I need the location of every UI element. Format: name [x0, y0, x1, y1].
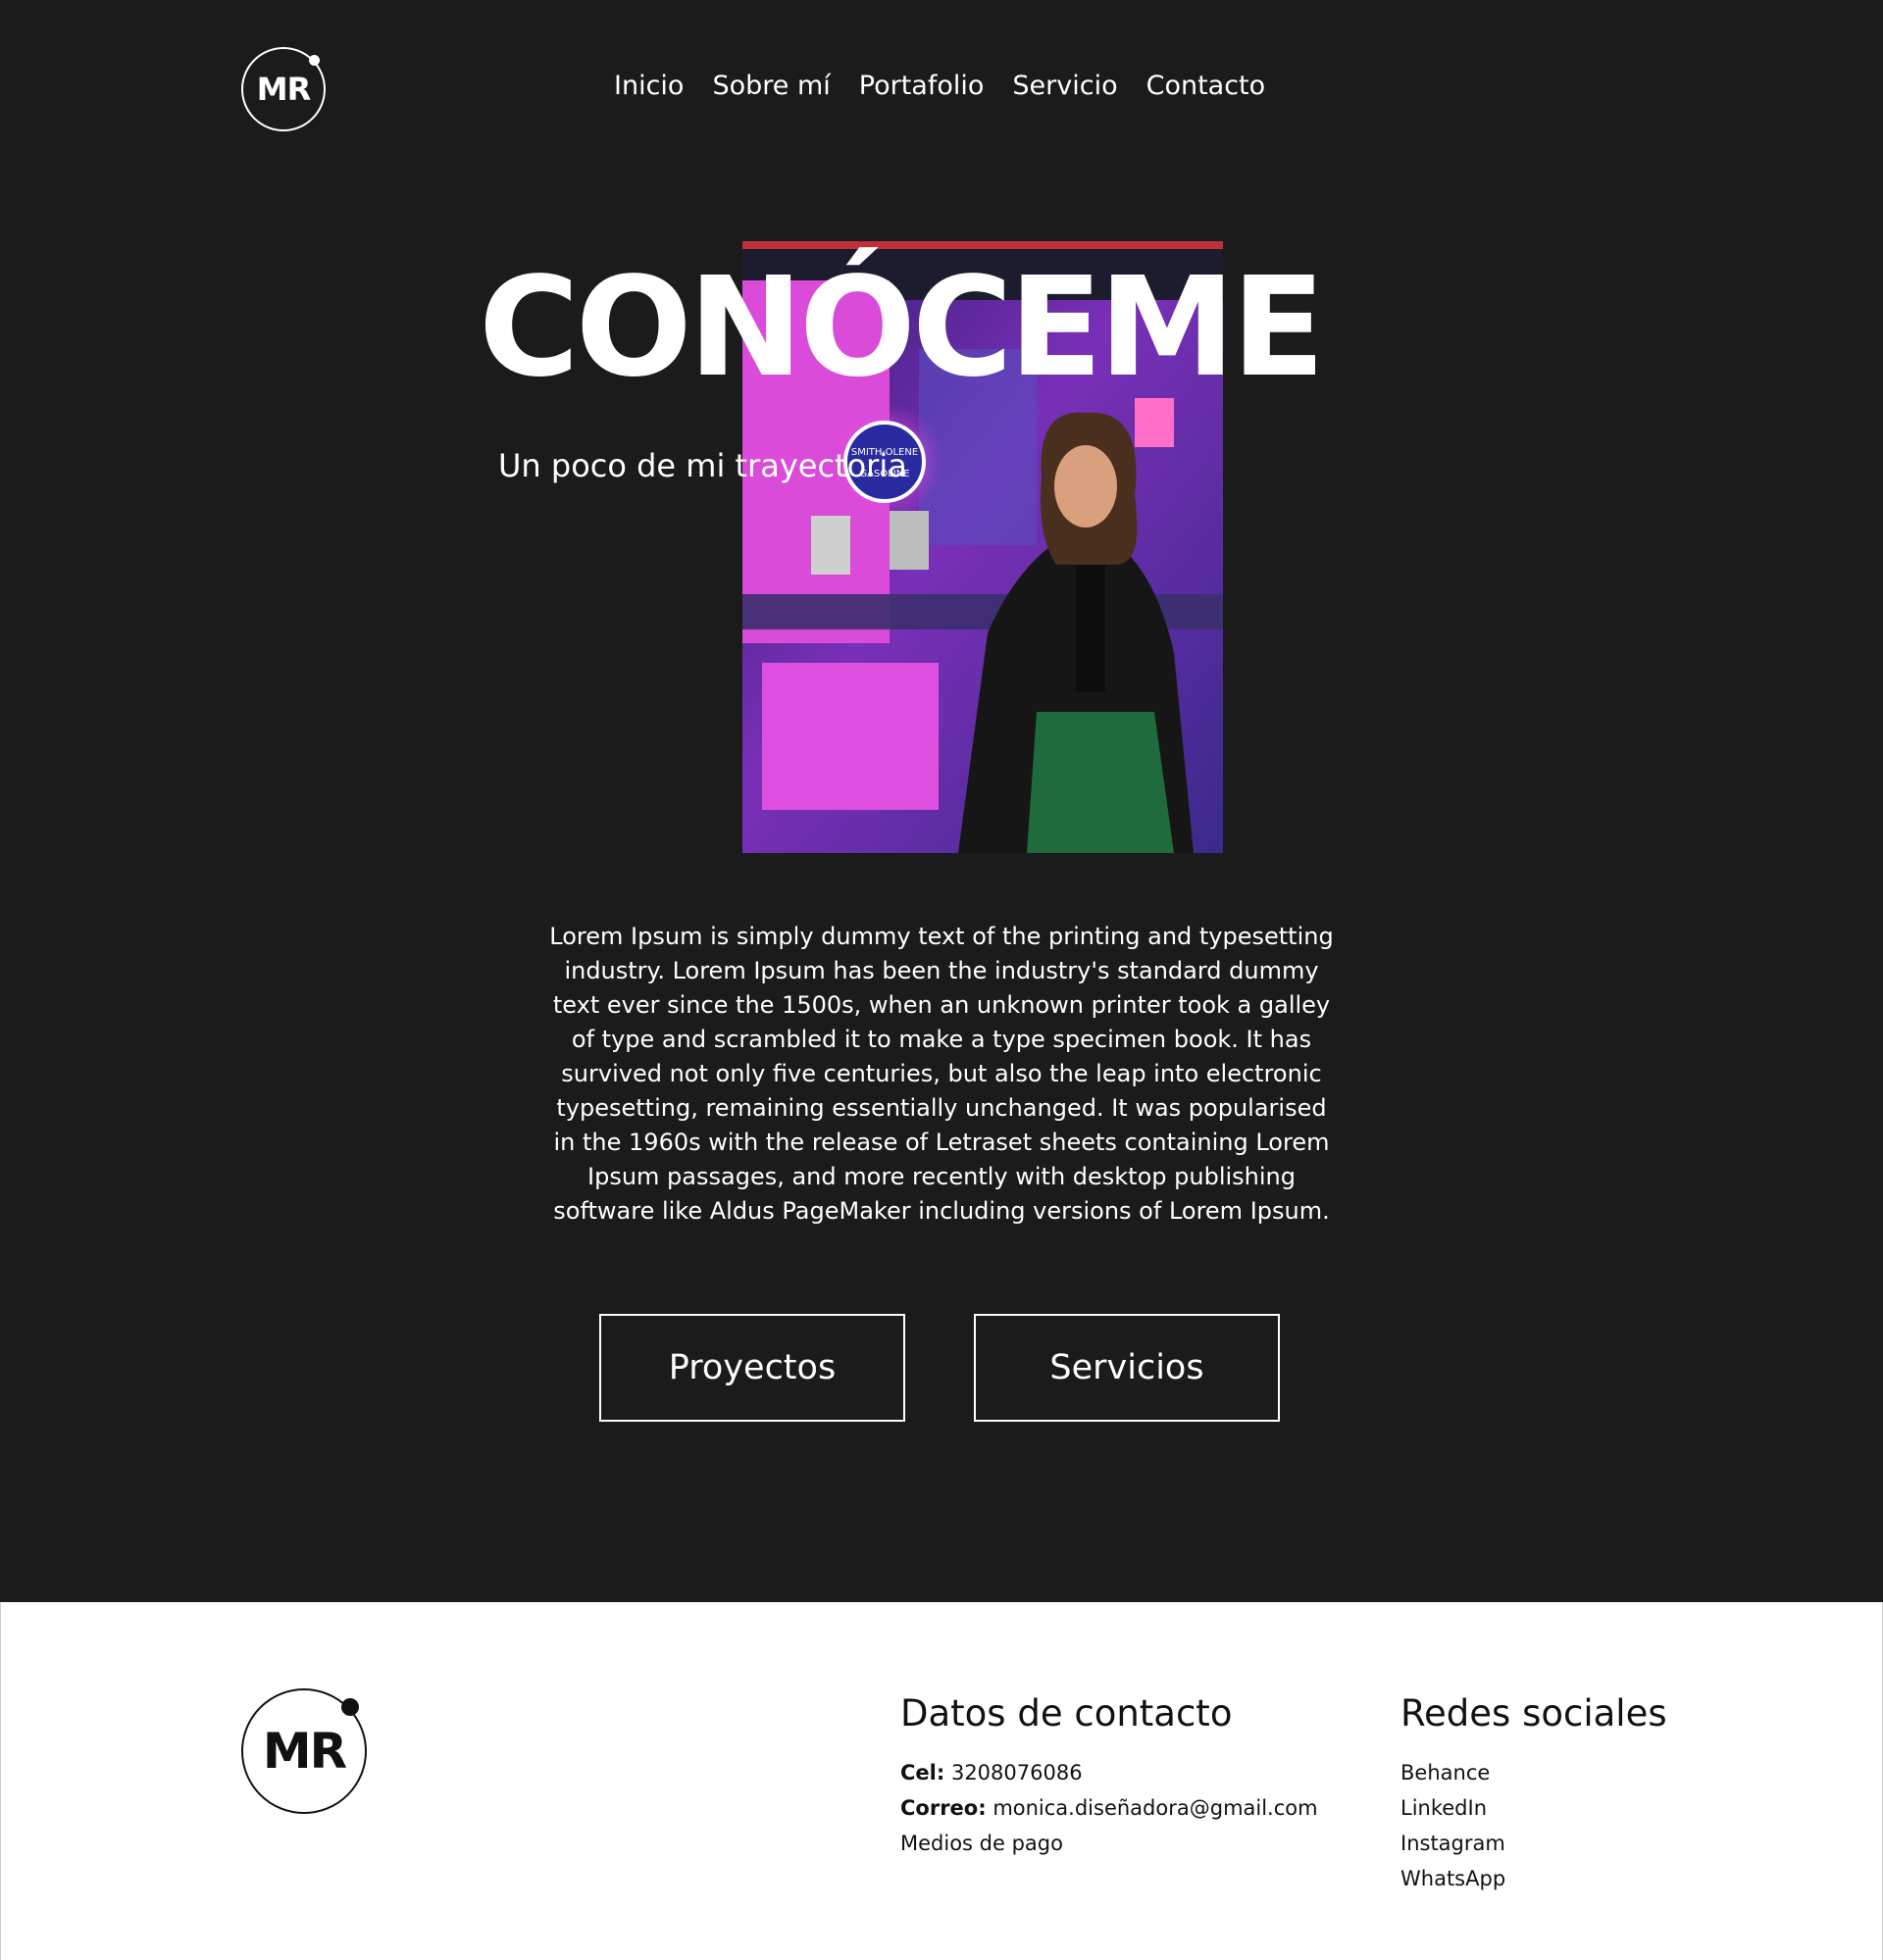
- social-heading: Redes sociales: [1400, 1692, 1667, 1734]
- contact-heading: Datos de contacto: [900, 1692, 1233, 1734]
- nav-inicio[interactable]: Inicio: [614, 71, 684, 101]
- social-link-instagram[interactable]: Instagram: [1400, 1832, 1505, 1855]
- footer-logo-icon[interactable]: MR: [241, 1688, 367, 1814]
- phone-label: Cel:: [900, 1761, 945, 1784]
- main-nav: Inicio Sobre mí Portafolio Servicio Cont…: [614, 71, 1265, 101]
- footer-logo-dot: [341, 1698, 359, 1716]
- social-link-whatsapp[interactable]: WhatsApp: [1400, 1867, 1505, 1890]
- email-value[interactable]: monica.diseñadora@gmail.com: [992, 1796, 1317, 1820]
- page-title: CONÓCEME: [479, 248, 1325, 408]
- payment-link[interactable]: Medios de pago: [900, 1832, 1063, 1855]
- logo-text: MR: [256, 71, 311, 108]
- nav-servicio[interactable]: Servicio: [1012, 71, 1117, 101]
- email-label: Correo:: [900, 1796, 987, 1820]
- page-subtitle: Un poco de mi trayectoria: [498, 447, 907, 484]
- services-button[interactable]: Servicios: [974, 1314, 1280, 1422]
- bio-paragraph: Lorem Ipsum is simply dummy text of the …: [549, 923, 1334, 1225]
- contact-list: Cel: 3208076086 Correo: monica.diseñador…: [900, 1755, 1318, 1861]
- social-link-behance[interactable]: Behance: [1400, 1761, 1490, 1784]
- email-row: Correo: monica.diseñadora@gmail.com: [900, 1790, 1318, 1826]
- nav-contacto[interactable]: Contacto: [1146, 71, 1266, 101]
- social-link-linkedin[interactable]: LinkedIn: [1400, 1796, 1487, 1820]
- nav-sobre-mi[interactable]: Sobre mí: [712, 71, 830, 101]
- phone-row: Cel: 3208076086: [900, 1755, 1318, 1790]
- logo-icon[interactable]: MR: [241, 47, 326, 131]
- phone-value[interactable]: 3208076086: [951, 1761, 1083, 1784]
- payment-row: Medios de pago: [900, 1826, 1318, 1861]
- social-list: Behance LinkedIn Instagram WhatsApp: [1400, 1755, 1505, 1896]
- footer-logo-text: MR: [262, 1723, 347, 1780]
- projects-button[interactable]: Proyectos: [599, 1314, 905, 1422]
- nav-portafolio[interactable]: Portafolio: [859, 71, 985, 101]
- logo-dot: [309, 55, 320, 66]
